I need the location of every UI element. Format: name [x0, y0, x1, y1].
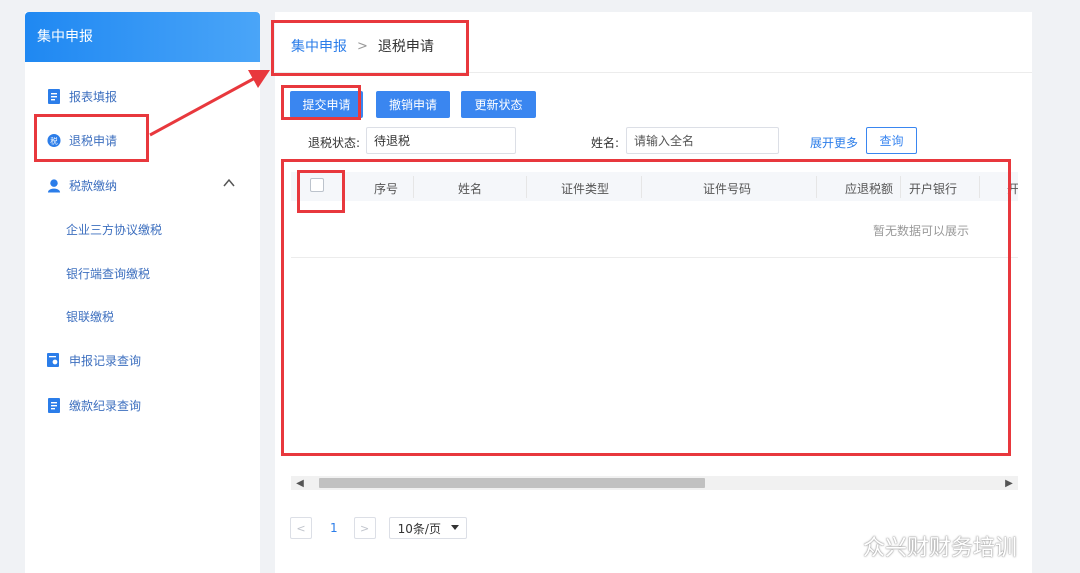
- current-page-number[interactable]: 1: [330, 521, 338, 535]
- breadcrumb: 集中申报 > 退税申请: [291, 36, 434, 56]
- svg-text:税: 税: [50, 135, 58, 145]
- sidebar-item-refund-application[interactable]: 税 退税申请: [47, 126, 117, 154]
- column-divider: [343, 176, 344, 198]
- column-divider: [413, 176, 414, 198]
- page-size-select[interactable]: 10条/页: [388, 517, 467, 539]
- document-icon: [47, 397, 61, 413]
- column-header-index: 序号: [374, 182, 399, 196]
- breadcrumb-current: 退税申请: [377, 39, 434, 55]
- name-label: 姓名:: [591, 136, 620, 150]
- caret-down-icon: [450, 525, 459, 530]
- chevron-up-icon[interactable]: [222, 176, 236, 190]
- header-divider: [275, 72, 1032, 73]
- scroll-left-icon[interactable]: ◀: [293, 476, 307, 490]
- sidebar-item-label: 报表填报: [69, 89, 118, 104]
- refresh-status-button[interactable]: 更新状态: [461, 91, 536, 118]
- page-size-value: 10条/页: [397, 521, 441, 536]
- search-record-icon: [47, 352, 61, 368]
- table-header: 序号 姓名 证件类型 证件号码 应退税额 开户银行 开: [291, 172, 1018, 201]
- pagination: < 1 > 10条/页: [290, 517, 467, 539]
- sidebar-item-label: 银联缴税: [66, 309, 115, 324]
- sidebar-item-label: 缴款纪录查询: [69, 398, 142, 413]
- watermark-text: 众兴财财务培训: [863, 536, 1018, 561]
- prev-page-button[interactable]: <: [290, 517, 312, 539]
- sidebar-item-label: 企业三方协议缴税: [66, 222, 163, 237]
- column-header-name: 姓名: [458, 182, 483, 196]
- column-header-bank: 开户银行: [909, 182, 958, 196]
- user-icon: [47, 177, 61, 193]
- empty-state-text: 暂无数据可以展示: [873, 224, 970, 238]
- sidebar-item-label: 退税申请: [69, 133, 118, 148]
- refund-icon: 税: [47, 132, 61, 148]
- column-divider: [641, 176, 642, 198]
- sidebar-item-tax-payment[interactable]: 税款缴纳: [47, 171, 117, 199]
- sidebar-item-report-filling[interactable]: 报表填报: [47, 82, 117, 110]
- column-header-id-type: 证件类型: [561, 182, 610, 196]
- sidebar-title: 集中申报: [25, 12, 260, 62]
- expand-more-link[interactable]: 展开更多: [810, 134, 858, 151]
- column-divider: [900, 176, 901, 198]
- sidebar-item-label: 申报记录查询: [69, 353, 142, 368]
- watermark: 众兴财财务培训: [823, 530, 1017, 562]
- weibo-logo-icon: [824, 535, 857, 559]
- column-header-refund-amount: 应退税额: [845, 182, 894, 196]
- column-divider: [816, 176, 817, 198]
- sidebar-item-payment-records[interactable]: 缴款纪录查询: [47, 391, 141, 419]
- document-icon: [47, 88, 61, 104]
- column-divider: [526, 176, 527, 198]
- submit-application-button[interactable]: 提交申请: [290, 91, 363, 118]
- scroll-right-icon[interactable]: ▶: [1002, 476, 1016, 490]
- sidebar-subitem-three-party-tax[interactable]: 企业三方协议缴税: [66, 215, 162, 243]
- next-page-button[interactable]: >: [353, 517, 376, 539]
- sidebar-subitem-bank-query-tax[interactable]: 银行端查询缴税: [66, 259, 150, 287]
- main-panel: 集中申报 > 退税申请 提交申请 撤销申请 更新状态 退税状态: 待退税 姓名:…: [275, 12, 1032, 573]
- select-all-checkbox[interactable]: [310, 178, 324, 192]
- breadcrumb-separator: >: [357, 38, 368, 54]
- horizontal-scrollbar[interactable]: ◀ ▶: [291, 476, 1018, 490]
- column-divider: [979, 176, 980, 198]
- scrollbar-thumb[interactable]: [319, 478, 705, 488]
- name-input[interactable]: 请输入全名: [626, 127, 779, 154]
- refund-status-label: 退税状态:: [308, 136, 361, 150]
- query-button[interactable]: 查询: [866, 127, 917, 154]
- revoke-application-button[interactable]: 撤销申请: [376, 91, 450, 118]
- breadcrumb-parent-link[interactable]: 集中申报: [291, 36, 347, 56]
- column-header-id-number: 证件号码: [703, 182, 752, 196]
- sidebar-item-label: 银行端查询缴税: [66, 266, 151, 281]
- row-divider: [291, 257, 1018, 258]
- sidebar-subitem-unionpay-tax[interactable]: 银联缴税: [66, 302, 114, 330]
- sidebar-item-declaration-records[interactable]: 申报记录查询: [47, 346, 141, 374]
- refund-table: 序号 姓名 证件类型 证件号码 应退税额 开户银行 开 暂无数据可以展示: [291, 172, 1018, 490]
- sidebar: 集中申报 报表填报 税 退税申请 税款缴纳 企业三方协议缴税 银行端查询缴税 银…: [25, 12, 260, 573]
- refund-status-select[interactable]: 待退税: [366, 127, 516, 154]
- sidebar-item-label: 税款缴纳: [69, 178, 118, 193]
- column-header-truncated: 开: [1007, 182, 1018, 196]
